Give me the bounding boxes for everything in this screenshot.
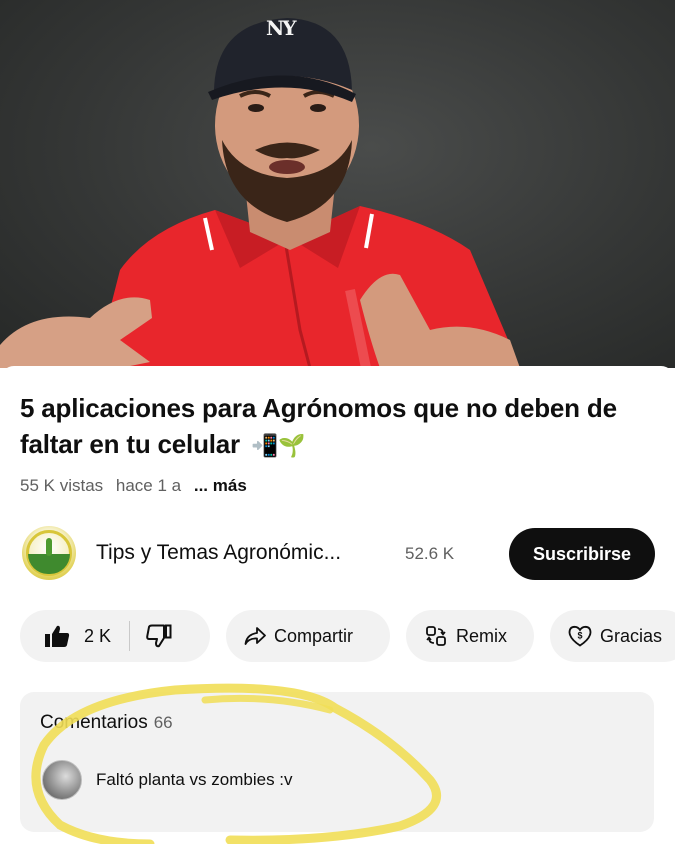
thanks-button[interactable]: $ Gracias bbox=[550, 610, 675, 662]
thumbs-down-icon bbox=[146, 624, 172, 648]
heart-dollar-icon: $ bbox=[568, 625, 592, 647]
like-count: 2 K bbox=[84, 625, 112, 646]
cap-logo-text: NY bbox=[266, 16, 297, 40]
upload-age: hace 1 a bbox=[115, 476, 182, 495]
remix-button[interactable]: Remix bbox=[406, 610, 534, 662]
video-meta[interactable]: 55 K vistas hace 1 a ... más bbox=[20, 476, 255, 496]
thumbs-up-icon bbox=[45, 625, 70, 647]
subscribe-button[interactable]: Suscribirse bbox=[509, 528, 655, 580]
channel-name[interactable]: Tips y Temas Agronómic... bbox=[96, 541, 341, 565]
svg-text:$: $ bbox=[577, 631, 582, 641]
top-comment-text: Faltó planta vs zombies :v bbox=[96, 770, 293, 789]
thanks-label: Gracias bbox=[600, 625, 663, 646]
subscriber-count: 52.6 K bbox=[405, 544, 455, 563]
action-bar: 2 K Compartir Remix $ Gracias bbox=[0, 610, 675, 664]
remix-label: Remix bbox=[456, 625, 508, 646]
like-dislike-pill: 2 K bbox=[20, 610, 210, 662]
more-link[interactable]: ... más bbox=[194, 476, 247, 495]
phone-sprout-emoji: 📲🌱 bbox=[251, 434, 306, 459]
comments-title: Comentarios bbox=[40, 712, 148, 733]
comments-count: 66 bbox=[153, 713, 173, 732]
video-player[interactable]: NY bbox=[0, 0, 675, 368]
video-title-text: 5 aplicaciones para Agrónomos que no deb… bbox=[20, 393, 617, 459]
dislike-button[interactable] bbox=[146, 624, 172, 648]
share-arrow-icon bbox=[244, 627, 266, 645]
channel-avatar[interactable] bbox=[22, 526, 76, 580]
like-divider bbox=[129, 621, 131, 651]
video-frame-image bbox=[0, 18, 520, 368]
view-count: 55 K vistas bbox=[20, 476, 104, 495]
share-label: Compartir bbox=[274, 625, 354, 646]
commenter-avatar[interactable] bbox=[42, 760, 82, 800]
share-button[interactable]: Compartir bbox=[226, 610, 390, 662]
remix-icon bbox=[426, 626, 446, 646]
video-title[interactable]: 5 aplicaciones para Agrónomos que no deb… bbox=[20, 390, 620, 465]
comments-heading: Comentarios 66 bbox=[40, 712, 173, 734]
like-button[interactable]: 2 K bbox=[44, 624, 111, 648]
channel-row: Tips y Temas Agronómic... 52.6 K Suscrib… bbox=[0, 526, 675, 582]
comments-section[interactable]: Comentarios 66 Faltó planta vs zombies :v bbox=[20, 692, 654, 832]
video-details-panel: 5 aplicaciones para Agrónomos que no deb… bbox=[0, 366, 675, 844]
